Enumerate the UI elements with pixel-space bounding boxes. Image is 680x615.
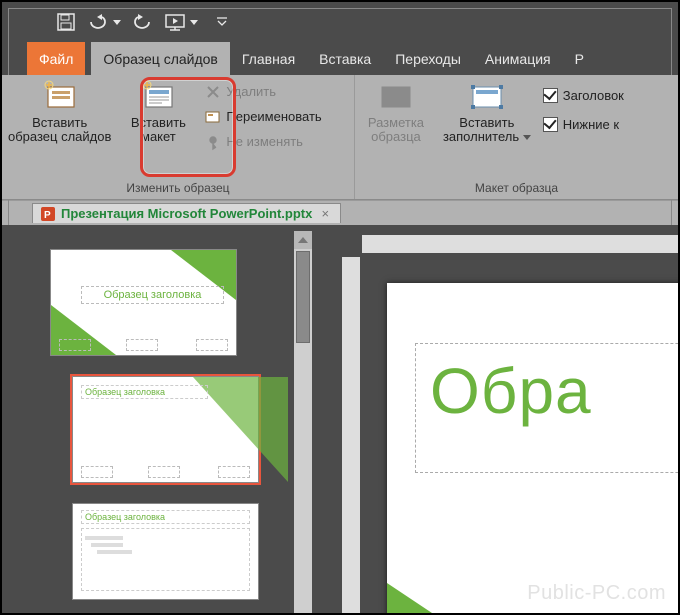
tab-slide-master[interactable]: Образец слайдов <box>91 42 229 75</box>
slideshow-icon[interactable] <box>165 13 198 31</box>
thumb-title: Образец заголовка <box>81 286 224 304</box>
insert-placeholder-button[interactable]: Вставить заполнитель <box>437 75 537 144</box>
thumb-title: Образец заголовка <box>81 510 250 524</box>
insert-slide-master-label: Вставить образец слайдов <box>8 116 111 144</box>
watermark: Public-PC.com <box>527 582 666 605</box>
svg-text:P: P <box>44 210 51 221</box>
tab-insert[interactable]: Вставка <box>307 42 383 75</box>
preserve-button: Не изменять <box>199 129 327 154</box>
slide-canvas[interactable]: Обра <box>387 283 678 615</box>
ruler-horizontal <box>362 235 678 253</box>
rename-button[interactable]: Переименовать <box>199 104 327 129</box>
master-layout-button: Разметка образца <box>355 75 437 144</box>
tab-home[interactable]: Главная <box>230 42 307 75</box>
undo-icon[interactable] <box>88 14 121 30</box>
title-placeholder[interactable]: Обра <box>415 343 678 473</box>
preserve-label: Не изменять <box>226 134 303 149</box>
scroll-handle[interactable] <box>296 251 310 343</box>
redo-icon[interactable] <box>134 14 152 30</box>
close-tab-icon[interactable]: × <box>318 207 332 221</box>
qat-customize-icon[interactable] <box>217 17 227 27</box>
document-tab-label: Презентация Microsoft PowerPoint.pptx <box>61 206 312 221</box>
title-text: Обра <box>430 354 678 428</box>
powerpoint-file-icon: P <box>41 207 55 221</box>
tab-file[interactable]: Файл <box>27 42 85 75</box>
title-checkbox-label: Заголовок <box>563 88 624 103</box>
document-tab[interactable]: P Презентация Microsoft PowerPoint.pptx … <box>32 203 341 223</box>
group-master-layout-label: Макет образца <box>355 178 678 199</box>
insert-layout-button[interactable]: Вставить макет <box>117 75 199 144</box>
title-checkbox[interactable]: Заголовок <box>537 83 630 108</box>
delete-button: Удалить <box>199 79 327 104</box>
layout-thumbnail-2[interactable]: Образец заголовка <box>72 503 259 600</box>
footers-checkbox[interactable]: Нижние к <box>537 112 630 137</box>
scroll-up-icon[interactable] <box>294 231 312 249</box>
layout-thumbnail-1[interactable]: Образец заголовка <box>72 376 259 483</box>
insert-slide-master-button[interactable]: Вставить образец слайдов <box>2 75 117 144</box>
insert-placeholder-label: Вставить заполнитель <box>443 116 531 144</box>
tab-animations[interactable]: Анимация <box>473 42 563 75</box>
check-icon <box>543 117 558 132</box>
master-thumbnail[interactable]: Образец заголовка <box>50 249 237 356</box>
insert-layout-label: Вставить макет <box>131 116 186 144</box>
master-layout-label: Разметка образца <box>368 116 424 144</box>
rename-label: Переименовать <box>226 109 321 124</box>
tab-transitions[interactable]: Переходы <box>383 42 473 75</box>
group-edit-master-label: Изменить образец <box>2 178 354 199</box>
tab-review[interactable]: Р <box>563 42 596 75</box>
save-icon[interactable] <box>57 13 75 31</box>
footers-checkbox-label: Нижние к <box>563 117 619 132</box>
thumb-title: Образец заголовка <box>81 385 208 399</box>
check-icon <box>543 88 558 103</box>
thumbnail-scrollbar[interactable] <box>294 231 312 615</box>
thumbnail-panel: Образец заголовка Образец заголовка Обра… <box>32 229 312 615</box>
delete-label: Удалить <box>226 84 276 99</box>
ruler-vertical <box>342 257 360 615</box>
